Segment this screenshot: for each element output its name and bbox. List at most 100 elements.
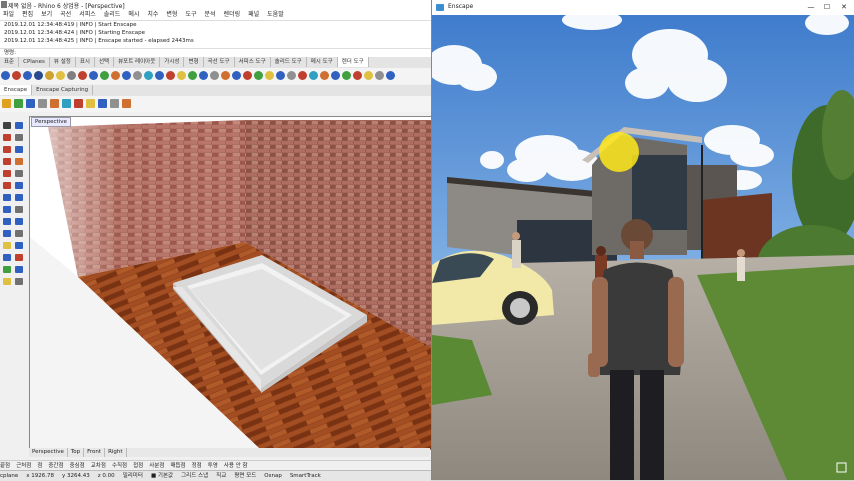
tool-icon[interactable] <box>342 71 351 80</box>
tool-icon[interactable] <box>15 158 23 165</box>
toolbar-tab[interactable]: 솔리드 도구 <box>271 57 307 67</box>
close-button[interactable]: ✕ <box>837 2 851 12</box>
tool-icon[interactable] <box>133 71 142 80</box>
tool-icon[interactable] <box>15 122 23 129</box>
tool-icon[interactable] <box>3 122 11 129</box>
enscape-capturing-tab[interactable]: Enscape Capturing <box>32 85 94 95</box>
enscape-start-icon[interactable] <box>2 99 11 108</box>
tool-icon[interactable] <box>122 71 131 80</box>
tool-icon[interactable] <box>221 71 230 80</box>
tool-icon[interactable] <box>15 146 23 153</box>
tool-icon[interactable] <box>34 71 43 80</box>
sync-views-icon[interactable] <box>26 99 35 108</box>
tool-icon[interactable] <box>199 71 208 80</box>
tool-icon[interactable] <box>3 242 11 249</box>
tool-icon[interactable] <box>375 71 384 80</box>
toolbar-tab[interactable]: 뷰 설정 <box>50 57 76 67</box>
menu-item[interactable]: 렌더링 <box>224 10 241 20</box>
tool-icon[interactable] <box>155 71 164 80</box>
menu-item[interactable]: 치수 <box>147 10 158 20</box>
tool-icon[interactable] <box>15 218 23 225</box>
tool-icon[interactable] <box>3 230 11 237</box>
tool-icon[interactable] <box>45 71 54 80</box>
tool-icon[interactable] <box>3 182 11 189</box>
viewport-tab[interactable]: Front <box>84 448 106 457</box>
tool-icon[interactable] <box>232 71 241 80</box>
enscape-render-view[interactable] <box>432 15 854 480</box>
menu-item[interactable]: 분석 <box>205 10 216 20</box>
toolbar-tab[interactable]: 메시 도구 <box>307 57 338 67</box>
tool-icon[interactable] <box>3 170 11 177</box>
toolbar-tab[interactable]: 변형 <box>184 57 204 67</box>
tool-icon[interactable] <box>15 242 23 249</box>
tool-icon[interactable] <box>166 71 175 80</box>
tool-icon[interactable] <box>12 71 21 80</box>
menu-item[interactable]: 패널 <box>248 10 259 20</box>
viewport-label[interactable]: Perspective <box>31 117 71 127</box>
tool-icon[interactable] <box>320 71 329 80</box>
tool-icon[interactable] <box>265 71 274 80</box>
tool-icon[interactable] <box>15 266 23 273</box>
tool-icon[interactable] <box>364 71 373 80</box>
tool-icon[interactable] <box>210 71 219 80</box>
viewport-tab[interactable]: Top <box>68 448 85 457</box>
tool-icon[interactable] <box>15 194 23 201</box>
exe-export-icon[interactable] <box>122 99 131 108</box>
menu-item[interactable]: 도움말 <box>267 10 284 20</box>
tool-icon[interactable] <box>3 134 11 141</box>
tool-icon[interactable] <box>15 182 23 189</box>
view-management-icon[interactable] <box>62 99 71 108</box>
tool-icon[interactable] <box>3 206 11 213</box>
menu-item[interactable]: 도구 <box>185 10 196 20</box>
tool-icon[interactable] <box>386 71 395 80</box>
tool-icon[interactable] <box>298 71 307 80</box>
screenshot-icon[interactable] <box>74 99 83 108</box>
tool-icon[interactable] <box>15 254 23 261</box>
tool-icon[interactable] <box>15 170 23 177</box>
tool-icon[interactable] <box>276 71 285 80</box>
asset-library-icon[interactable] <box>50 99 59 108</box>
toolbar-tab[interactable]: CPlanes <box>19 57 50 67</box>
tool-icon[interactable] <box>3 278 11 285</box>
tool-icon[interactable] <box>353 71 362 80</box>
live-update-icon[interactable] <box>14 99 23 108</box>
toolbar-tab-active[interactable]: 렌더 도구 <box>337 57 369 67</box>
menu-item[interactable]: 서피스 <box>79 10 96 20</box>
maximize-button[interactable]: ☐ <box>820 2 834 12</box>
tool-icon[interactable] <box>3 266 11 273</box>
tool-icon[interactable] <box>287 71 296 80</box>
toolbar-tab[interactable]: 가시성 <box>160 57 185 67</box>
tool-icon[interactable] <box>15 230 23 237</box>
toolbar-tab[interactable]: 선택 <box>95 57 115 67</box>
settings-icon[interactable] <box>38 99 47 108</box>
tool-icon[interactable] <box>3 158 11 165</box>
tool-icon[interactable] <box>188 71 197 80</box>
tool-icon[interactable] <box>15 278 23 285</box>
enscape-tab[interactable]: Enscape <box>0 85 33 95</box>
tool-icon[interactable] <box>331 71 340 80</box>
tool-icon[interactable] <box>177 71 186 80</box>
video-icon[interactable] <box>98 99 107 108</box>
menu-item[interactable]: 보기 <box>41 10 52 20</box>
tool-icon[interactable] <box>89 71 98 80</box>
tool-icon[interactable] <box>3 218 11 225</box>
tool-icon[interactable] <box>15 134 23 141</box>
tool-icon[interactable] <box>3 194 11 201</box>
toolbar-tab[interactable]: 곡선 도구 <box>204 57 235 67</box>
tool-icon[interactable] <box>111 71 120 80</box>
menu-item[interactable]: 파일 <box>3 10 14 20</box>
tool-icon[interactable] <box>254 71 263 80</box>
batch-icon[interactable] <box>110 99 119 108</box>
panorama-icon[interactable] <box>86 99 95 108</box>
menu-item[interactable]: 곡선 <box>60 10 71 20</box>
menu-item[interactable]: 변형 <box>166 10 177 20</box>
minimize-button[interactable]: — <box>804 2 818 12</box>
toolbar-tab[interactable]: 뷰포트 레이아웃 <box>114 57 161 67</box>
tool-icon[interactable] <box>78 71 87 80</box>
menu-item[interactable]: 솔리드 <box>104 10 121 20</box>
tool-icon[interactable] <box>309 71 318 80</box>
tool-icon[interactable] <box>67 71 76 80</box>
toolbar-tab[interactable]: 표준 <box>0 57 20 67</box>
perspective-viewport[interactable]: Perspective <box>29 116 432 450</box>
tool-icon[interactable] <box>23 71 32 80</box>
